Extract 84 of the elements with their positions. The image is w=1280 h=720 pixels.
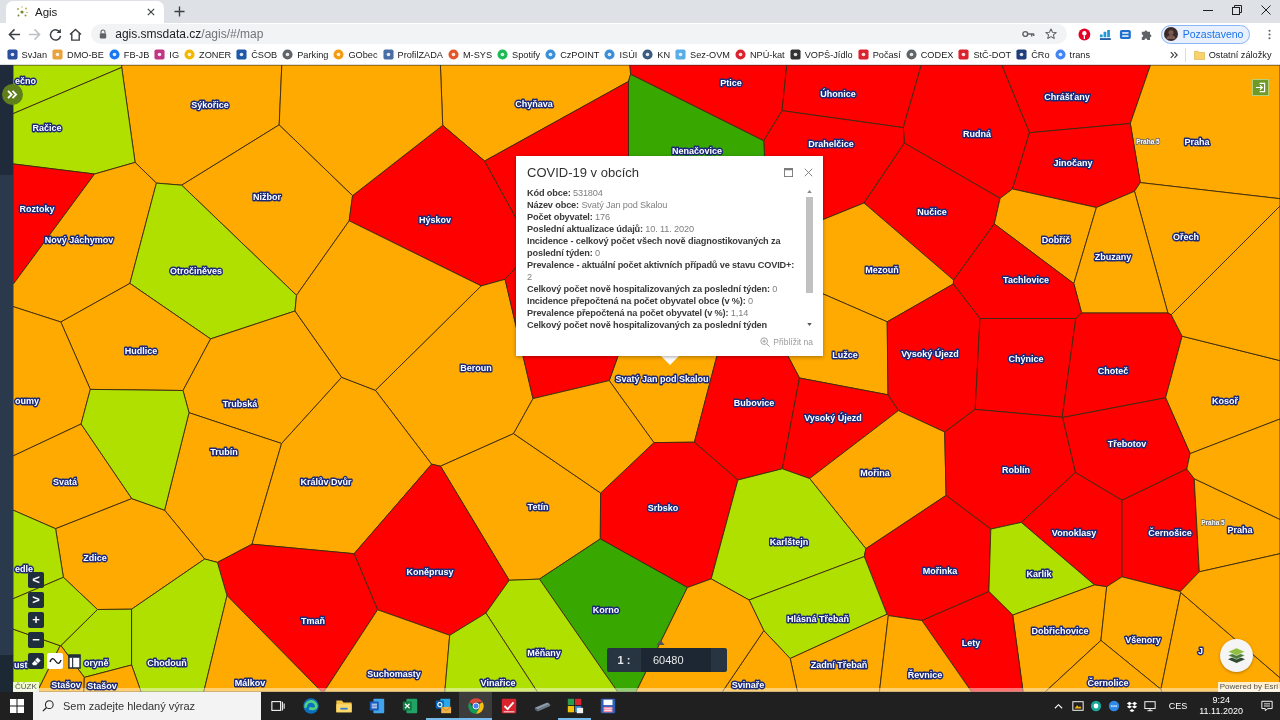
- attribute-line: Prevalence přepočtená na počet obyvatel (v %): 1,14: [527, 307, 750, 319]
- municipality-label: Kosoř: [1212, 395, 1238, 406]
- municipality-label: Vysoký Újezd: [804, 412, 862, 423]
- municipality-label: Mořina: [860, 467, 890, 478]
- municipality-label: ust: [14, 659, 28, 670]
- municipality-label: Vonoklasy: [1051, 527, 1097, 538]
- municipality-label: Všenory: [1125, 634, 1161, 645]
- url-text: agis.smsdata.cz/agis/#/map: [115, 27, 264, 41]
- municipality-label: Koněprusy: [406, 566, 454, 577]
- municipality-label: Beroun: [460, 362, 492, 373]
- municipality-label: Sýkořice: [191, 99, 229, 110]
- municipality-label: Králův Dvůr: [300, 476, 352, 487]
- municipality-label: Hudlice: [124, 345, 158, 356]
- municipality-label: Nenačovice: [672, 145, 722, 156]
- municipality-label: Bubovice: [733, 397, 775, 408]
- municipality-label: Tmaň: [301, 615, 325, 626]
- municipality-label: Praha: [1227, 524, 1253, 535]
- municipality-label: Hýskov: [419, 214, 451, 225]
- municipality-label: edle: [15, 563, 33, 574]
- municipality-label: Jinočany: [1053, 157, 1093, 168]
- municipality-label: Drahelčice: [808, 138, 854, 149]
- municipality-label: Choteč: [1097, 365, 1129, 376]
- municipality-label: Zbuzany: [1094, 251, 1132, 262]
- municipality-label: Zadní Třebaň: [810, 659, 868, 670]
- municipality-label: Trubská: [222, 398, 258, 409]
- municipality-label: Třebotov: [1107, 438, 1147, 449]
- municipality-label: Korno: [592, 604, 620, 615]
- municipality-label: Karlík: [1026, 568, 1052, 579]
- municipality-label: Mořinka: [922, 565, 958, 576]
- attribute-line: Celkový počet nově hospitalizovaných za poslední týden: 0: [527, 283, 779, 295]
- municipality-label: Málkov: [234, 677, 266, 688]
- municipality-label: Suchomasty: [367, 668, 421, 679]
- attribute-line: Počet obyvatel: 176: [527, 211, 611, 223]
- municipality-label: Svatá: [53, 476, 77, 487]
- municipality-label: Stašov: [51, 679, 81, 690]
- attribute-line: Název obce: Svatý Jan pod Skalou: [527, 199, 669, 211]
- municipality-label: Rudná: [963, 128, 991, 139]
- municipality-label: J: [1198, 645, 1203, 656]
- municipality-label: Černolice: [1087, 677, 1129, 688]
- municipality-label: Dobříč: [1041, 234, 1071, 245]
- municipality-label: Račice: [32, 122, 62, 133]
- municipality-label: oryně: [84, 657, 109, 668]
- municipality-label: Nový Jáchymov: [44, 234, 114, 245]
- municipality-label: Chrášťany: [1044, 91, 1090, 102]
- municipality-label: Černošice: [1148, 527, 1192, 538]
- municipality-label: Lety: [961, 637, 981, 648]
- municipality-label: Vinařice: [480, 677, 516, 688]
- municipality-label: Mezouň: [865, 264, 899, 275]
- municipality-label: Měňany: [527, 647, 561, 658]
- popup-title: COVID-19 v obcích: [527, 164, 640, 180]
- municipality-label: Hlásná Třebaň: [787, 613, 849, 624]
- municipality-label: Tachlovice: [1003, 274, 1049, 285]
- attribute-line: Celkový počet nově hospitalizovaných za poslední týden: [527, 319, 769, 331]
- municipality-label: Řevnice: [907, 669, 943, 680]
- municipality-label: Chyňava: [515, 98, 553, 109]
- municipality-label: Tetín: [527, 501, 549, 512]
- municipality-label: Dobřichovice: [1031, 625, 1089, 636]
- municipality-label: Chodouň: [147, 657, 187, 668]
- municipality-label: Lužce: [832, 349, 858, 360]
- attribute-line: Kód obce: 531804: [527, 187, 604, 199]
- municipality-label: Nučice: [917, 206, 947, 217]
- municipality-label: Ořech: [1173, 231, 1199, 242]
- municipality-label: Otročiněves: [170, 265, 222, 276]
- municipality-label: Karlštejn: [769, 536, 809, 547]
- municipality-label: Vysoký Újezd: [901, 348, 959, 359]
- municipality-label: Srbsko: [647, 502, 679, 513]
- attribute-line: Incidence přepočtená na počet obyvatel obce (v %): 0: [527, 295, 755, 307]
- attribute-line: Prevalence - aktuální počet aktivních případů ve stavu COVID+: 2: [527, 259, 796, 283]
- municipality-label: Svatý Jan pod Skalou: [615, 373, 709, 384]
- municipality-label: Trubín: [210, 446, 238, 457]
- attribute-line: Incidence - celkový počet všech nově diagnostikovaných za poslední týden: 0: [527, 235, 782, 259]
- municipality-label: Ptice: [720, 77, 742, 88]
- municipality-label: Zdice: [83, 552, 107, 563]
- municipality-label: Roblín: [1002, 464, 1030, 475]
- attribute-line: Poslední aktualizace údajů: 10. 11. 2020: [527, 223, 695, 235]
- municipality-label: Úhonice: [820, 88, 856, 99]
- municipality-label: Chýnice: [1008, 353, 1044, 364]
- municipality-label: oumy: [15, 395, 39, 406]
- municipality-label: Stašov: [87, 680, 117, 691]
- municipality-label: ečno: [15, 75, 36, 86]
- attribution-text: ČÚZK: [13, 682, 39, 692]
- municipality-label: Roztoky: [19, 203, 55, 214]
- municipality-label: Svinaře: [731, 679, 765, 690]
- municipality-label: Nižbor: [253, 191, 281, 202]
